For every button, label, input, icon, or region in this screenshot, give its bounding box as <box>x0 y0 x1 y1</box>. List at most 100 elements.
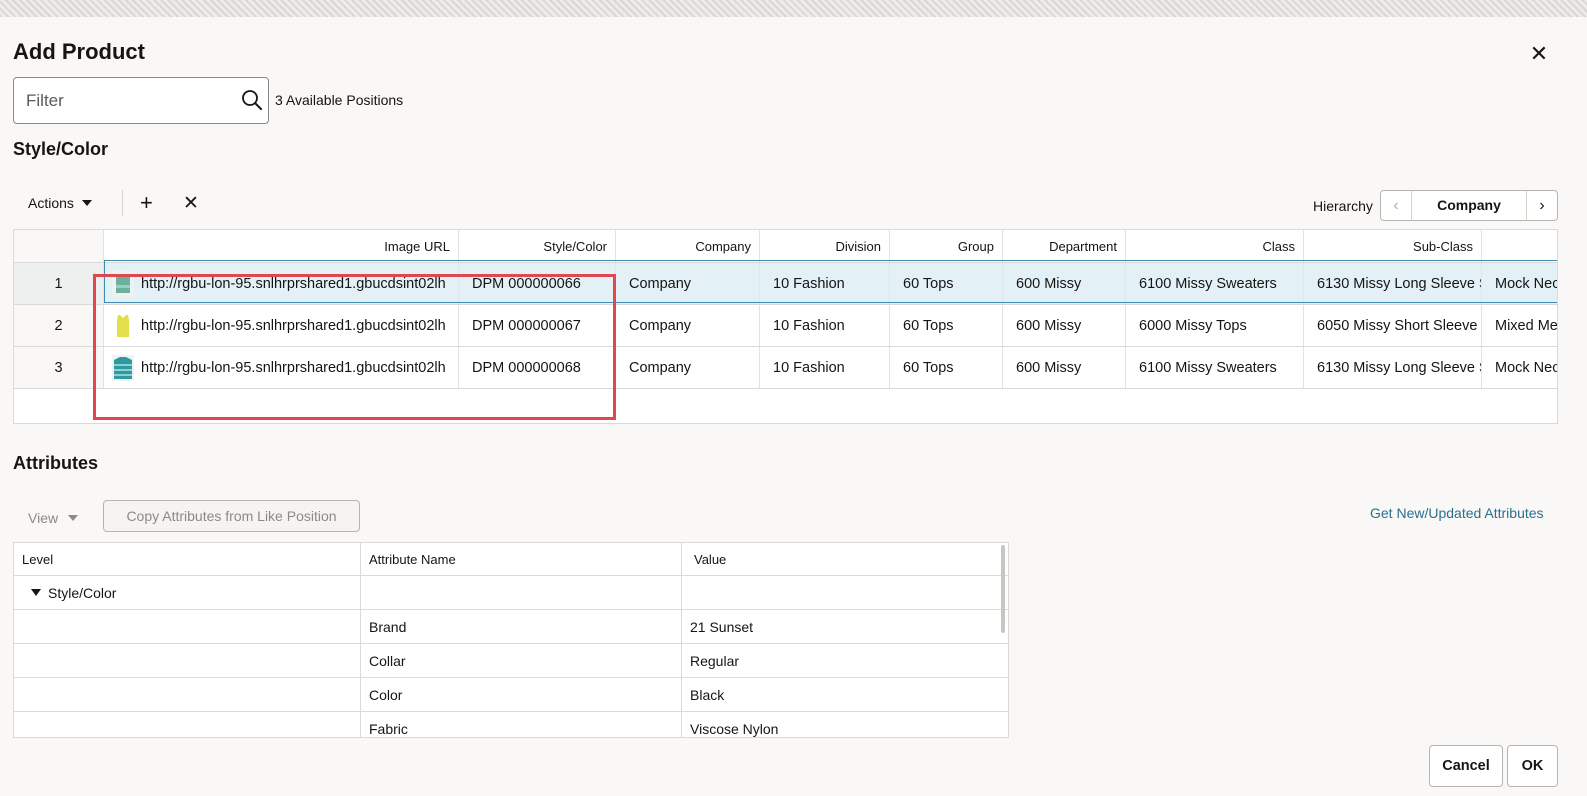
table-row[interactable]: 2 http://rgbu-lon-95.snlhrprshared1.gbuc… <box>14 305 1558 347</box>
attribute-name-cell: Brand <box>361 610 682 643</box>
column-header[interactable]: Group <box>890 230 1003 262</box>
cancel-button[interactable]: Cancel <box>1429 745 1503 787</box>
attributes-header: Level Attribute Name Value <box>14 543 1008 576</box>
attribute-value-cell: Viscose Nylon <box>690 721 779 737</box>
hierarchy-label: Hierarchy <box>1313 198 1373 214</box>
attribute-name-cell: Collar <box>361 644 682 677</box>
tree-group-row[interactable]: Style/Color <box>14 576 1008 610</box>
chevron-right-icon[interactable]: › <box>1526 191 1557 220</box>
department-cell: 600 Missy <box>1003 347 1126 388</box>
style-color-cell: DPM 000000066 <box>459 263 616 304</box>
product-thumbnail <box>112 312 134 339</box>
close-icon[interactable]: ✕ <box>1527 43 1551 67</box>
group-cell: 60 Tops <box>890 263 1003 304</box>
plus-icon[interactable]: + <box>140 192 153 214</box>
class-cell: 6000 Missy Tops <box>1126 305 1304 346</box>
copy-attributes-button[interactable]: Copy Attributes from Like Position <box>103 500 360 532</box>
grid-header: Image URL Style/Color Company Division G… <box>14 230 1557 263</box>
group-cell: 60 Tops <box>890 305 1003 346</box>
division-cell: 10 Fashion <box>760 263 890 304</box>
column-header[interactable] <box>1482 230 1557 262</box>
level-cell <box>14 610 361 643</box>
attributes-grid: Level Attribute Name Value Style/Color B… <box>13 542 1009 738</box>
filter-field[interactable] <box>13 77 269 124</box>
extra-cell: Mock Nec <box>1495 275 1558 292</box>
column-header[interactable]: Sub-Class <box>1304 230 1482 262</box>
attribute-value-cell: Black <box>690 686 725 703</box>
view-menu[interactable]: View <box>28 510 79 526</box>
table-row[interactable]: 1 http://rgbu-lon-95.snlhrprshared1.gbuc… <box>14 263 1558 305</box>
caret-down-icon <box>81 200 92 206</box>
attribute-name-cell: Fabric <box>361 712 682 737</box>
expand-icon[interactable] <box>31 589 41 596</box>
subclass-cell: 6130 Missy Long Sleeve S <box>1304 347 1482 388</box>
column-header[interactable]: Division <box>760 230 890 262</box>
add-product-dialog: Add Product ✕ 3 Available Positions Styl… <box>0 17 1587 796</box>
dialog-title: Add Product <box>13 39 145 64</box>
caret-down-icon <box>68 515 79 521</box>
column-header[interactable]: Level <box>14 543 361 575</box>
product-thumbnail <box>112 354 134 381</box>
level-cell <box>14 678 361 711</box>
column-header[interactable]: Company <box>616 230 760 262</box>
attribute-row[interactable]: Color Black <box>14 678 1008 712</box>
hierarchy-value[interactable]: Company <box>1412 191 1526 220</box>
image-url-text: http://rgbu-lon-95.snlhrprshared1.gbucds… <box>141 359 446 376</box>
subclass-cell: 6130 Missy Long Sleeve S <box>1304 263 1482 304</box>
extra-cell: Mixed Me <box>1495 317 1558 334</box>
subclass-cell: 6050 Missy Short Sleeve <box>1304 305 1482 346</box>
attribute-value-cell: 21 Sunset <box>690 618 754 635</box>
level-cell <box>14 644 361 677</box>
attribute-row[interactable]: Fabric Viscose Nylon <box>14 712 1008 737</box>
product-thumbnail <box>112 270 134 297</box>
toolbar-divider <box>122 190 123 216</box>
image-url-text: http://rgbu-lon-95.snlhrprshared1.gbucds… <box>141 275 446 292</box>
style-color-cell: DPM 000000068 <box>459 347 616 388</box>
attributes-scrollbar[interactable] <box>1001 545 1005 633</box>
division-cell: 10 Fashion <box>760 347 890 388</box>
style-color-grid: Image URL Style/Color Company Division G… <box>13 229 1558 424</box>
column-header[interactable]: Value <box>682 543 1008 575</box>
style-color-section-title: Style/Color <box>13 139 109 159</box>
hierarchy-selector: ‹ Company › <box>1380 190 1558 221</box>
attribute-row[interactable]: Collar Regular <box>14 644 1008 678</box>
row-number: 2 <box>14 305 104 346</box>
attribute-value-cell <box>682 576 1008 609</box>
available-positions-text: 3 Available Positions <box>275 92 404 108</box>
chevron-left-icon[interactable]: ‹ <box>1381 191 1412 220</box>
class-cell: 6100 Missy Sweaters <box>1126 263 1304 304</box>
row-number: 3 <box>14 347 104 388</box>
image-url-text: http://rgbu-lon-95.snlhrprshared1.gbucds… <box>141 317 446 334</box>
company-cell: Company <box>616 305 760 346</box>
view-label: View <box>28 510 59 526</box>
company-cell: Company <box>616 347 760 388</box>
column-header[interactable]: Attribute Name <box>361 543 682 575</box>
backdrop-strip <box>0 0 1587 17</box>
column-header[interactable]: Style/Color <box>459 230 616 262</box>
row-number: 1 <box>14 263 104 304</box>
column-header[interactable]: Image URL <box>104 230 459 262</box>
attribute-name-cell: Color <box>361 678 682 711</box>
get-new-attributes-link[interactable]: Get New/Updated Attributes <box>1370 505 1544 521</box>
column-header[interactable]: Department <box>1003 230 1126 262</box>
division-cell: 10 Fashion <box>760 305 890 346</box>
row-number-header <box>14 230 104 262</box>
table-row[interactable]: 3 http://rgbu-lon-95.snlhrprshared1.gbuc… <box>14 347 1558 389</box>
extra-cell: Mock Nec <box>1495 359 1558 376</box>
remove-icon[interactable]: ✕ <box>183 193 199 215</box>
ok-button[interactable]: OK <box>1507 745 1558 787</box>
actions-menu[interactable]: Actions <box>28 195 92 211</box>
attribute-name-cell <box>361 576 682 609</box>
image-url-cell: http://rgbu-lon-95.snlhrprshared1.gbucds… <box>104 305 459 346</box>
level-cell <box>14 712 361 737</box>
image-url-cell: http://rgbu-lon-95.snlhrprshared1.gbucds… <box>104 263 459 304</box>
level-cell: Style/Color <box>14 576 361 609</box>
group-cell: 60 Tops <box>890 347 1003 388</box>
attributes-section-title: Attributes <box>13 453 98 473</box>
column-header[interactable]: Class <box>1126 230 1304 262</box>
filter-input[interactable] <box>24 90 224 112</box>
attribute-row[interactable]: Brand 21 Sunset <box>14 610 1008 644</box>
style-color-cell: DPM 000000067 <box>459 305 616 346</box>
attribute-value-cell: Regular <box>690 652 740 669</box>
search-icon[interactable] <box>241 89 263 111</box>
